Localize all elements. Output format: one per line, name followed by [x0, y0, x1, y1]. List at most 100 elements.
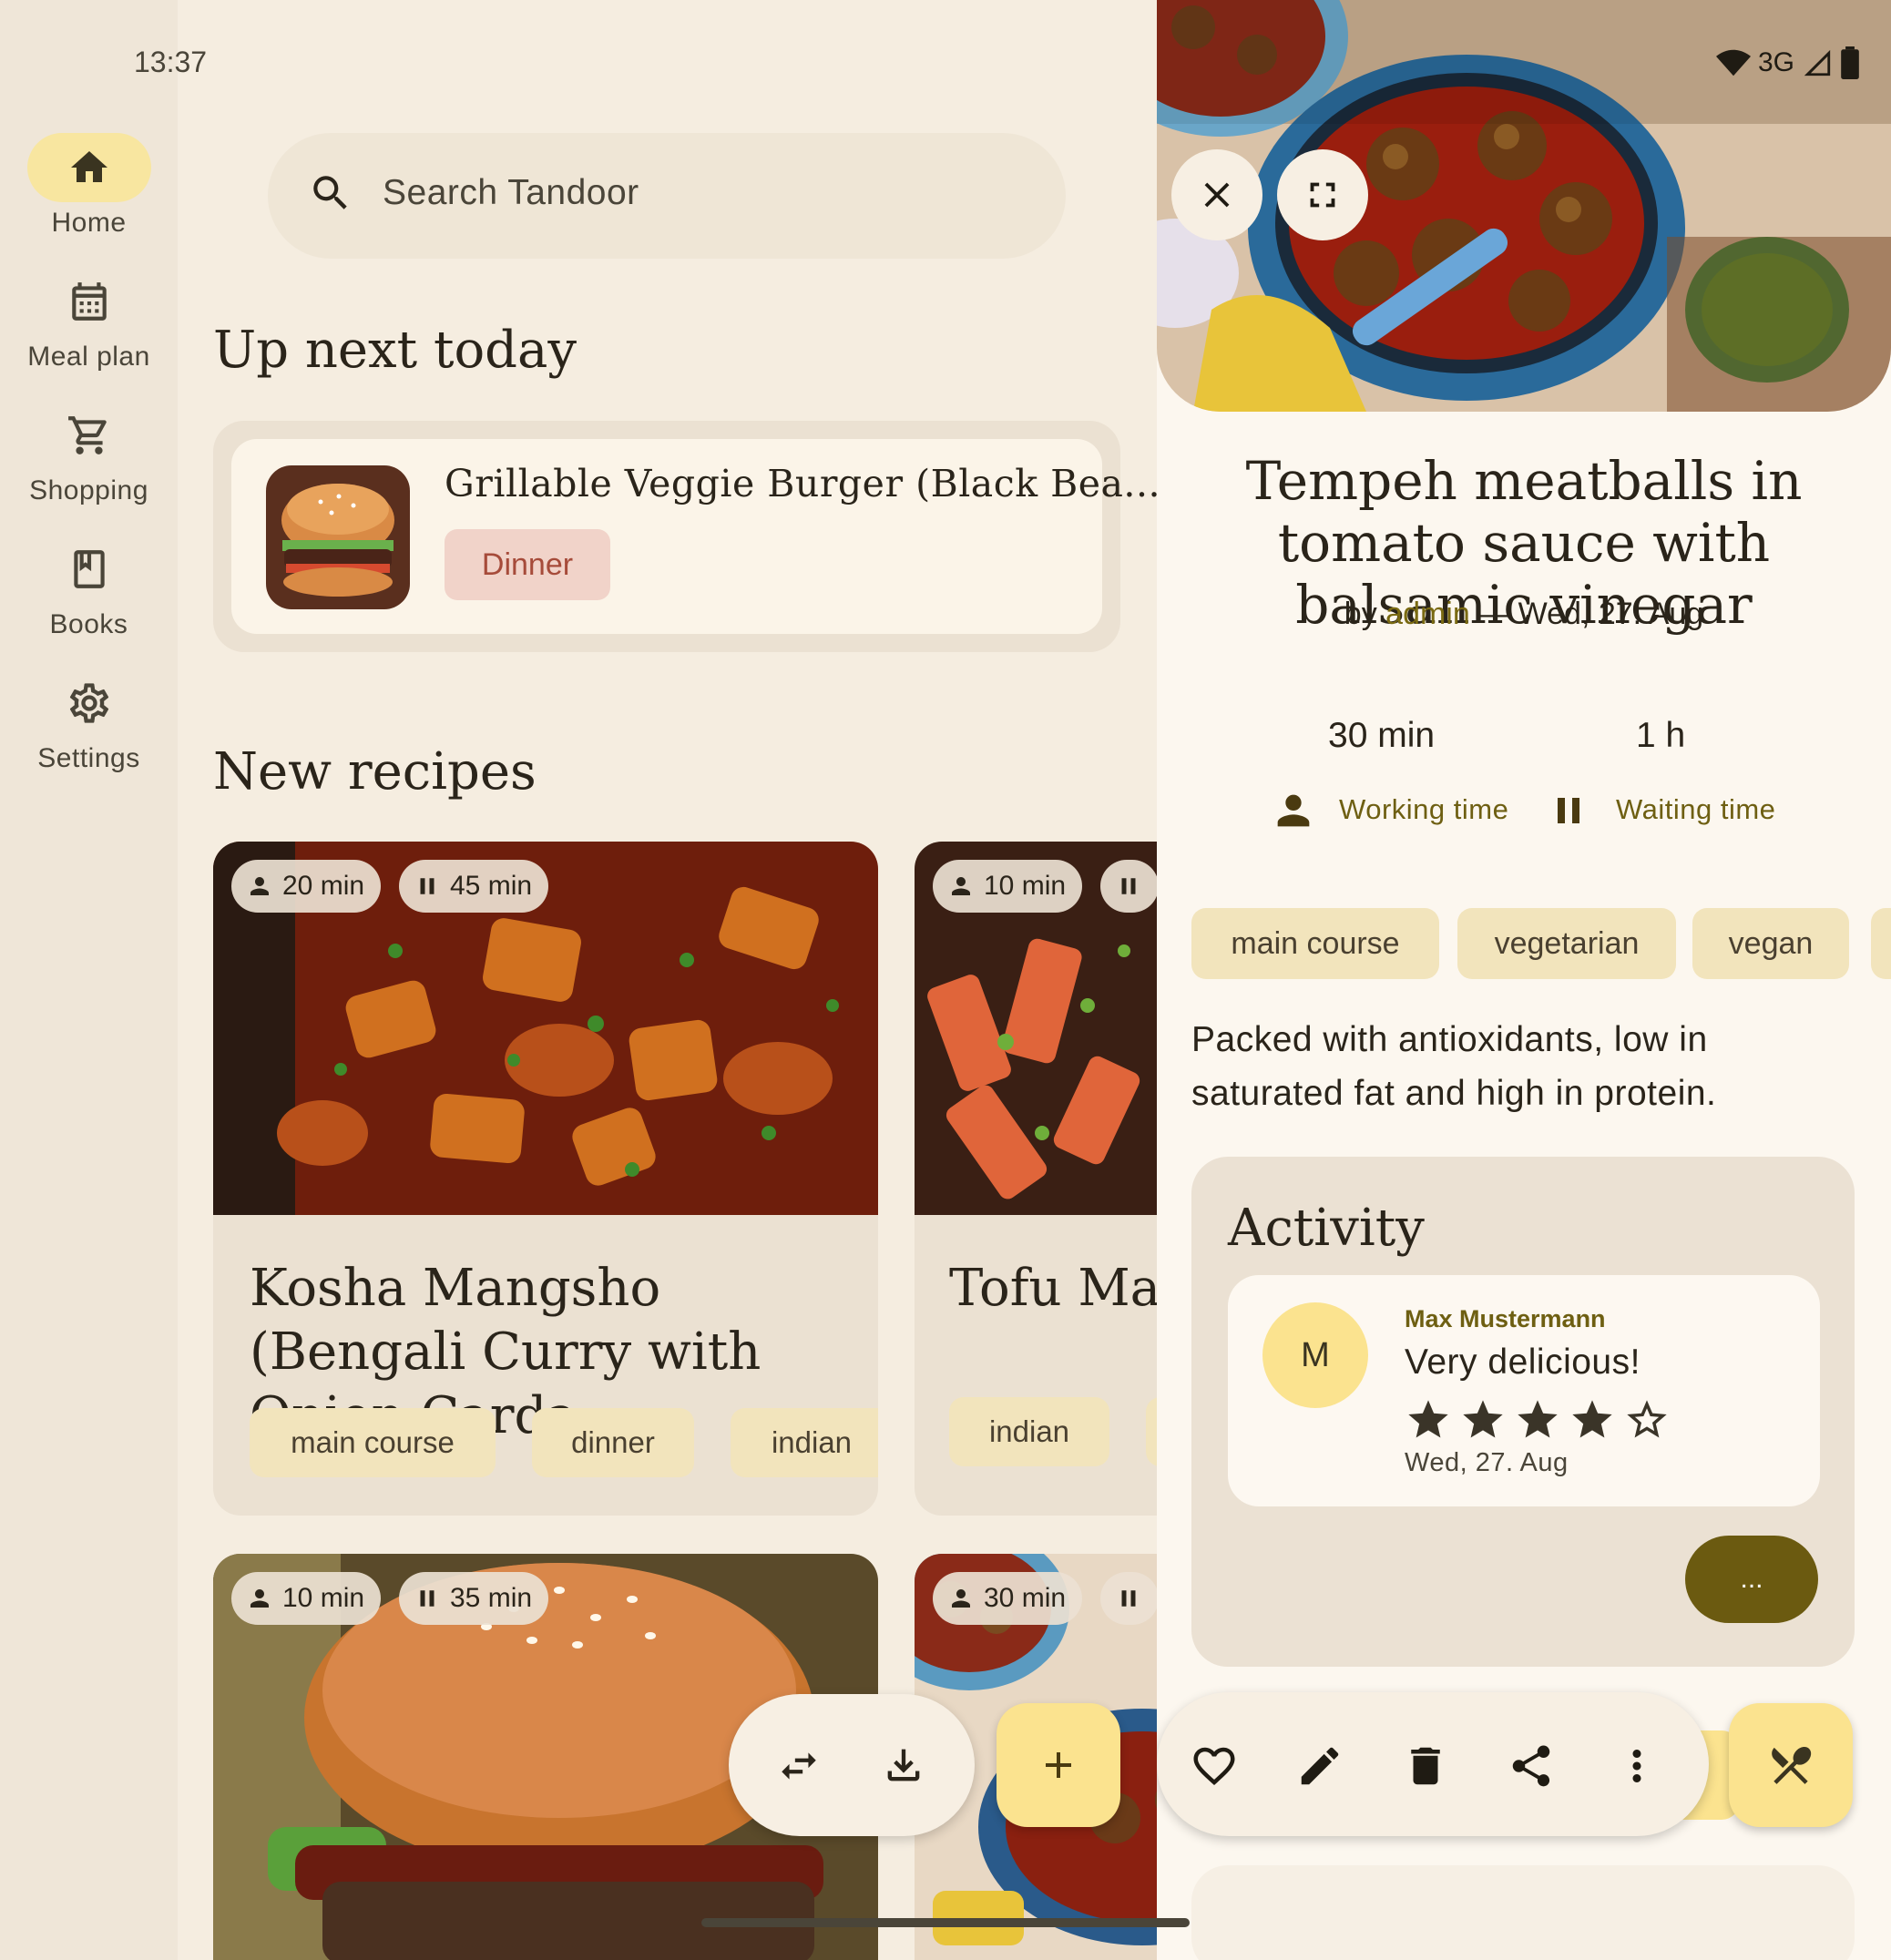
network-type: 3G	[1757, 47, 1794, 77]
tag-chip[interactable]: indian	[949, 1397, 1109, 1466]
nav-label: Home	[51, 208, 127, 238]
more-comments-button[interactable]: ...	[1685, 1536, 1818, 1623]
nav-pill	[27, 669, 151, 738]
nav-item-books[interactable]: Books	[0, 535, 178, 640]
edit-icon[interactable]	[1295, 1741, 1344, 1791]
bottom-toolbar	[729, 1694, 975, 1836]
working-time-value: 30 min	[1328, 716, 1436, 755]
person-icon	[947, 873, 975, 900]
date-separator: —	[1478, 597, 1510, 631]
tag-chip[interactable]	[1871, 908, 1891, 979]
tag-chip[interactable]: vegan	[1692, 908, 1849, 979]
meal-type-chip[interactable]: Dinner	[445, 529, 610, 600]
waiting-time-label: Waiting time	[1616, 793, 1776, 825]
battery-icon	[1840, 46, 1860, 79]
search-icon	[308, 170, 353, 216]
byline: by admin — Wed, 27. Aug	[1157, 597, 1891, 632]
pause-icon	[1115, 873, 1142, 900]
burger-thumbnail	[266, 465, 410, 609]
nav-label: Books	[49, 609, 128, 639]
signal-icon	[1802, 47, 1833, 78]
star-filled-icon	[1459, 1396, 1507, 1444]
calendar-icon	[66, 279, 112, 324]
gear-icon	[66, 679, 113, 727]
home-indicator[interactable]	[701, 1918, 1190, 1927]
download-icon[interactable]	[880, 1741, 927, 1789]
recipe-title: Tofu Man	[949, 1259, 1157, 1318]
nav-pill	[27, 535, 151, 604]
close-icon	[1196, 174, 1238, 216]
waiting-time-chip	[1100, 860, 1157, 913]
tag-chip[interactable]	[1146, 1397, 1157, 1466]
swap-icon[interactable]	[776, 1743, 822, 1789]
comment-author: Max Mustermann	[1405, 1305, 1606, 1332]
tag-chip[interactable]: indian	[731, 1408, 878, 1477]
comment-text: Very delicious!	[1405, 1342, 1641, 1382]
recipe-card-clip: 10 min Tofu Man indian	[915, 842, 1157, 1516]
star-filled-icon	[1405, 1396, 1452, 1444]
waiting-time-chip: 45 min	[399, 860, 549, 913]
heart-icon[interactable]	[1190, 1741, 1239, 1791]
search-placeholder[interactable]: Search Tandoor	[383, 173, 639, 213]
waiting-time: 35 min	[450, 1583, 533, 1613]
recipe-actions-toolbar	[1157, 1692, 1709, 1836]
cutlery-icon	[1766, 1741, 1815, 1790]
working-time-chip: 10 min	[933, 860, 1083, 913]
working-time-chip: 10 min	[231, 1572, 382, 1625]
share-icon[interactable]	[1507, 1741, 1556, 1791]
author-link[interactable]: admin	[1385, 597, 1470, 631]
more-vert-icon[interactable]	[1612, 1741, 1661, 1791]
fullscreen-icon	[1302, 174, 1344, 216]
working-time-chip: 20 min	[231, 860, 382, 913]
book-icon	[66, 546, 112, 592]
activity-heading: Activity	[1228, 1199, 1425, 1258]
plus-icon	[1037, 1743, 1080, 1787]
person-icon	[1270, 787, 1317, 834]
pause-icon	[1115, 1585, 1142, 1612]
up-next-heading: Up next today	[213, 321, 578, 380]
recipe-card[interactable]: 10 min Tofu Man indian	[915, 842, 1157, 1516]
comment-date: Wed, 27. Aug	[1405, 1448, 1569, 1477]
nav-active-indicator	[26, 133, 151, 202]
cook-mode-button[interactable]	[1729, 1703, 1853, 1827]
nav-item-shopping[interactable]: Shopping	[0, 401, 178, 506]
fullscreen-button[interactable]	[1277, 149, 1368, 240]
recipe-card[interactable]: 20 min 45 min Kosha Mangsho (Bengali Cur…	[213, 842, 878, 1516]
nav-item-home[interactable]: Home	[0, 133, 178, 239]
status-time: 13:37	[134, 46, 208, 78]
waiting-time-value: 1 h	[1636, 716, 1686, 755]
working-time: 10 min	[282, 1583, 365, 1613]
pause-icon	[1547, 789, 1590, 832]
recipe-date: Wed, 27. Aug	[1518, 597, 1704, 631]
tag-chip[interactable]: main course	[1191, 908, 1439, 979]
by-prefix: by	[1344, 597, 1377, 631]
working-time: 20 min	[282, 871, 365, 901]
tag-chip[interactable]: dinner	[532, 1408, 694, 1477]
up-next-title: Grillable Veggie Burger (Black Bea...	[445, 462, 1161, 505]
person-icon	[246, 1585, 273, 1612]
nav-item-meal-plan[interactable]: Meal plan	[0, 267, 178, 373]
delete-icon[interactable]	[1401, 1741, 1450, 1791]
add-recipe-button[interactable]	[997, 1703, 1120, 1827]
waiting-time-chip	[1100, 1572, 1157, 1625]
close-button[interactable]	[1171, 149, 1262, 240]
waiting-time-chip: 35 min	[399, 1572, 549, 1625]
new-recipes-heading: New recipes	[213, 742, 537, 801]
nav-pill	[27, 401, 151, 470]
tag-chip[interactable]: vegetarian	[1457, 908, 1676, 979]
rating-stars	[1405, 1396, 1671, 1444]
nav-label: Meal plan	[27, 342, 150, 372]
tag-chip[interactable]: main course	[250, 1408, 496, 1477]
star-filled-icon	[1569, 1396, 1616, 1444]
pause-icon	[414, 1585, 441, 1612]
nav-pill	[27, 267, 151, 336]
working-time: 30 min	[984, 1583, 1067, 1613]
next-section-card	[1191, 1865, 1855, 1960]
pause-icon	[414, 873, 441, 900]
avatar: M	[1262, 1302, 1368, 1408]
home-icon	[67, 146, 111, 189]
working-time-label: Working time	[1339, 793, 1509, 825]
wifi-icon	[1715, 46, 1751, 80]
waiting-time: 45 min	[450, 871, 533, 901]
nav-item-settings[interactable]: Settings	[0, 669, 178, 774]
